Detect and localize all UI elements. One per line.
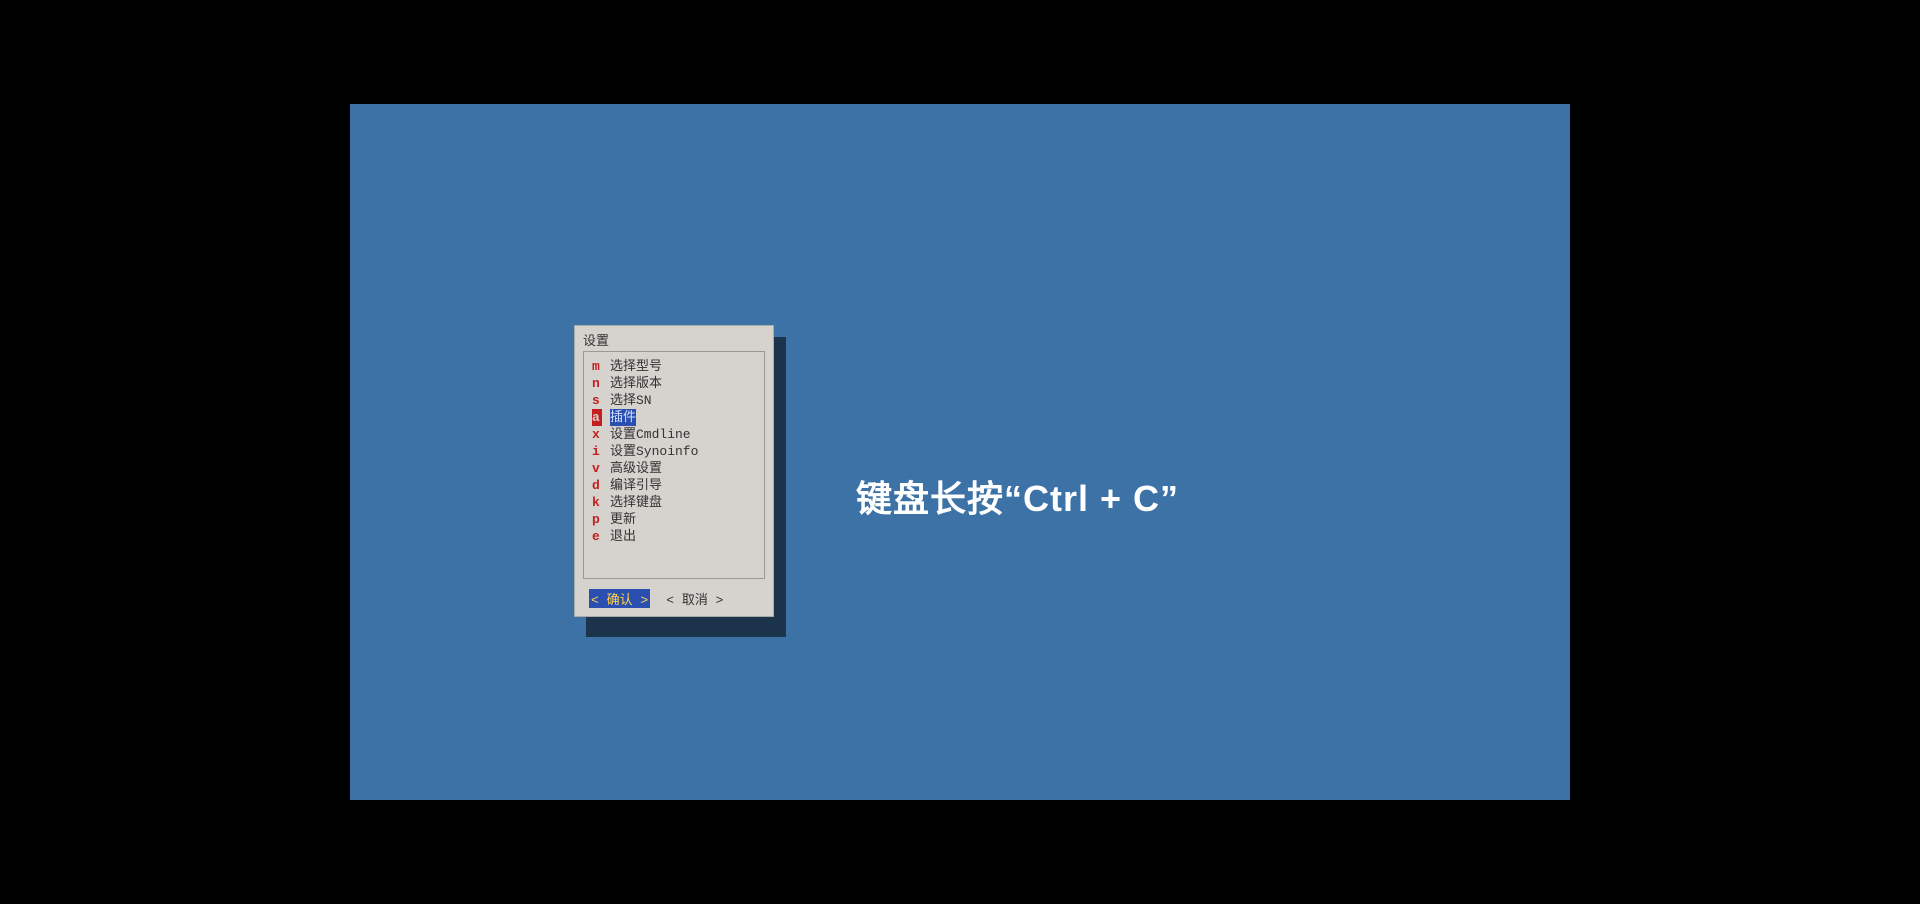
menu-key: n xyxy=(592,375,602,392)
menu-key: k xyxy=(592,494,602,511)
menu-key: x xyxy=(592,426,602,443)
slide-background: 设置 m 选择型号 n 选择版本 s 选择SN a 插件 x 设置Cmdline i 设置Synoin… xyxy=(350,104,1570,800)
menu-label: 设置Synoinfo xyxy=(610,443,698,460)
menu-label: 选择键盘 xyxy=(610,494,662,511)
menu-key: d xyxy=(592,477,602,494)
menu-item[interactable]: v 高级设置 xyxy=(592,460,756,477)
menu-item[interactable]: e 退出 xyxy=(592,528,756,545)
menu-item[interactable]: k 选择键盘 xyxy=(592,494,756,511)
menu-label: 选择型号 xyxy=(610,358,662,375)
menu-item[interactable]: s 选择SN xyxy=(592,392,756,409)
menu-item[interactable]: a 插件 xyxy=(592,409,756,426)
menu-label: 设置Cmdline xyxy=(610,426,691,443)
menu-label: 选择SN xyxy=(610,392,652,409)
menu-key: p xyxy=(592,511,602,528)
menu-frame: m选择型号n选择版本s选择SNa插件x设置Cmdlinei设置Synoinfov… xyxy=(583,351,765,579)
instruction-text: 键盘长按“Ctrl + C” xyxy=(856,470,1179,522)
menu-key: m xyxy=(592,358,602,375)
settings-dialog: 设置 m 选择型号 n 选择版本 s 选择SN a 插件 x 设置Cmdline i 设置Synoin… xyxy=(574,325,774,617)
menu-item[interactable]: m 选择型号 xyxy=(592,358,756,375)
menu-item[interactable]: i 设置Synoinfo xyxy=(592,443,756,460)
menu-label: 选择版本 xyxy=(610,375,662,392)
menu-item[interactable]: x 设置Cmdline xyxy=(592,426,756,443)
menu-key: e xyxy=(592,528,602,545)
menu-key: a xyxy=(592,409,602,426)
menu-label: 退出 xyxy=(610,528,636,545)
cancel-button[interactable]: < 取消 > xyxy=(664,589,725,608)
menu-item[interactable]: n 选择版本 xyxy=(592,375,756,392)
menu-key: v xyxy=(592,460,602,477)
menu-label: 编译引导 xyxy=(610,477,662,494)
dialog-title: 设置 xyxy=(575,326,773,351)
menu-item[interactable]: p 更新 xyxy=(592,511,756,528)
menu-item[interactable]: d 编译引导 xyxy=(592,477,756,494)
dialog-button-row: < 确认 > < 取消 > xyxy=(575,585,773,616)
menu-label: 插件 xyxy=(610,409,636,426)
menu-key: s xyxy=(592,392,602,409)
menu-label: 高级设置 xyxy=(610,460,662,477)
ok-button[interactable]: < 确认 > xyxy=(589,589,650,608)
menu-label: 更新 xyxy=(610,511,636,528)
menu-key: i xyxy=(592,443,602,460)
